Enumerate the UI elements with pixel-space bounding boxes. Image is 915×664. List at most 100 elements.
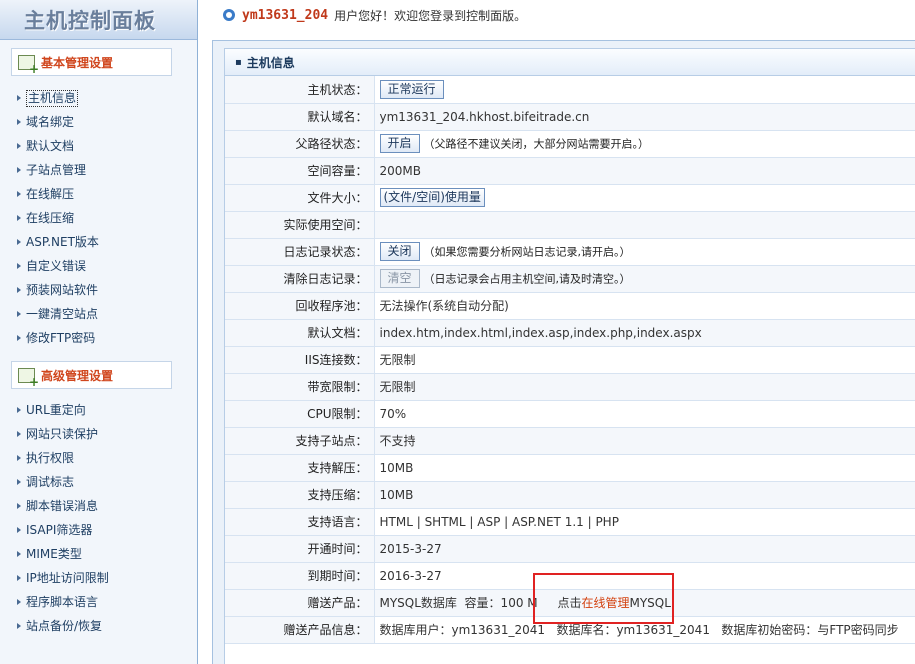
parent-path-note: （父路径不建议关闭，大部分网站需要开启。） xyxy=(423,137,650,151)
logo-title: 主机控制面板 xyxy=(24,9,156,33)
online-manage-link[interactable]: 在线管理 xyxy=(581,596,629,610)
sidebar-item-debug-flag[interactable]: 调试标志 xyxy=(17,470,109,494)
field-label: 文件大小： xyxy=(225,184,375,212)
sidebar-item-domain-binding[interactable]: 域名绑定 xyxy=(17,110,99,134)
username: ym13631_204 xyxy=(242,7,329,23)
host-info-panel: 主机信息 主机状态： 正常运行 默认域名： ym13631_204.hkhost… xyxy=(224,48,915,664)
basic-settings-menu: 主机信息 域名绑定 默认文档 子站点管理 在线解压 在线压缩 ASP.NET版本… xyxy=(17,86,99,350)
sidebar-item-custom-error[interactable]: 自定义错误 xyxy=(17,254,99,278)
sidebar-item-unzip[interactable]: 在线解压 xyxy=(17,182,99,206)
field-label: 开通时间： xyxy=(225,535,375,563)
field-label: 支持解压： xyxy=(225,454,375,482)
languages-value: HTML | SHTML | ASP | ASP.NET 1.1 | PHP xyxy=(374,508,915,536)
arrow-right-icon xyxy=(17,479,21,485)
log-toggle-button[interactable]: 关闭 xyxy=(379,242,420,261)
arrow-right-icon xyxy=(17,575,21,581)
greeting-bar: ym13631_204 用户您好！欢迎您登录到控制面版。 xyxy=(199,0,915,30)
arrow-right-icon xyxy=(17,191,21,197)
row-iis-conn: IIS连接数： 无限制 xyxy=(225,346,915,374)
arrow-right-icon xyxy=(17,527,21,533)
sidebar: 主机控制面板 基本管理设置 主机信息 域名绑定 默认文档 子站点管理 在线解压 … xyxy=(0,0,198,664)
unzip-value: 10MB xyxy=(374,454,915,482)
domain-value: ym13631_204.hkhost.bifeitrade.cn xyxy=(374,103,915,131)
row-bandwidth: 带宽限制： 无限制 xyxy=(225,373,915,401)
sidebar-item-script-error[interactable]: 脚本错误消息 xyxy=(17,494,109,518)
sidebar-item-url-redirect[interactable]: URL重定向 xyxy=(17,398,109,422)
iis-conn-value: 无限制 xyxy=(374,346,915,374)
bandwidth-value: 无限制 xyxy=(374,373,915,401)
add-page-icon xyxy=(18,367,39,389)
user-icon xyxy=(223,9,235,21)
row-zip: 支持压缩： 10MB xyxy=(225,481,915,509)
cpu-value: 70% xyxy=(374,400,915,428)
field-label: 日志记录状态： xyxy=(225,238,375,266)
arrow-right-icon xyxy=(17,167,21,173)
row-status: 主机状态： 正常运行 xyxy=(225,76,915,104)
sidebar-item-host-info[interactable]: 主机信息 xyxy=(17,86,99,110)
gift-link-prefix: 点击 xyxy=(557,596,582,610)
row-expire-date: 到期时间： 2016-3-27 xyxy=(225,562,915,590)
host-info-table: 主机状态： 正常运行 默认域名： ym13631_204.hkhost.bife… xyxy=(225,76,915,644)
main-content: 主机信息 主机状态： 正常运行 默认域名： ym13631_204.hkhost… xyxy=(212,40,915,664)
sidebar-item-exec-permission[interactable]: 执行权限 xyxy=(17,446,109,470)
sidebar-item-ip-restrict[interactable]: IP地址访问限制 xyxy=(17,566,109,590)
row-unzip: 支持解压： 10MB xyxy=(225,454,915,482)
gift-info-value: 数据库用户：ym13631_2041 数据库名：ym13631_2041 数据库… xyxy=(374,616,915,644)
expire-date-value: 2016-3-27 xyxy=(374,562,915,590)
row-parent-path: 父路径状态： 开启 （父路径不建议关闭，大部分网站需要开启。） xyxy=(225,130,915,158)
arrow-right-icon xyxy=(17,215,21,221)
sidebar-item-default-doc[interactable]: 默认文档 xyxy=(17,134,99,158)
row-actual-usage: 实际使用空间： xyxy=(225,211,915,239)
capacity-value: 200MB xyxy=(374,157,915,185)
open-date-value: 2015-3-27 xyxy=(374,535,915,563)
row-open-date: 开通时间： 2015-3-27 xyxy=(225,535,915,563)
sidebar-item-preinstall-software[interactable]: 预装网站软件 xyxy=(17,278,99,302)
welcome-text: 用户您好！欢迎您登录到控制面版。 xyxy=(334,8,527,23)
field-label: 支持语言： xyxy=(225,508,375,536)
arrow-right-icon xyxy=(17,287,21,293)
field-label: 空间容量： xyxy=(225,157,375,185)
sidebar-item-zip[interactable]: 在线压缩 xyxy=(17,206,99,230)
row-capacity: 空间容量： 200MB xyxy=(225,157,915,185)
field-label: 赠送产品信息： xyxy=(225,616,375,644)
sidebar-item-mime[interactable]: MIME类型 xyxy=(17,542,109,566)
field-label: 带宽限制： xyxy=(225,373,375,401)
arrow-right-icon xyxy=(17,335,21,341)
actual-usage-value xyxy=(374,211,915,239)
section-header-basic: 基本管理设置 xyxy=(11,48,172,76)
arrow-right-icon xyxy=(17,431,21,437)
sidebar-item-clear-site[interactable]: 一鍵清空站点 xyxy=(17,302,99,326)
section-title: 基本管理设置 xyxy=(41,55,114,70)
parent-path-toggle-button[interactable]: 开启 xyxy=(379,134,420,153)
row-app-pool: 回收程序池： 无法操作(系统自动分配) xyxy=(225,292,915,320)
field-label: 默认域名： xyxy=(225,103,375,131)
add-page-icon xyxy=(18,54,39,76)
arrow-right-icon xyxy=(17,239,21,245)
row-log-status: 日志记录状态： 关闭 （如果您需要分析网站日志记录,请开启。） xyxy=(225,238,915,266)
sidebar-item-isapi[interactable]: ISAPI筛选器 xyxy=(17,518,109,542)
status-button[interactable]: 正常运行 xyxy=(379,79,444,99)
sidebar-item-subsite[interactable]: 子站点管理 xyxy=(17,158,99,182)
row-gift-info: 赠送产品信息： 数据库用户：ym13631_2041 数据库名：ym13631_… xyxy=(225,616,915,644)
gift-link-suffix: MYSQL xyxy=(629,596,671,610)
arrow-right-icon xyxy=(17,407,21,413)
field-label: 到期时间： xyxy=(225,562,375,590)
row-cpu: CPU限制： 70% xyxy=(225,400,915,428)
advanced-settings-menu: URL重定向 网站只读保护 执行权限 调试标志 脚本错误消息 ISAPI筛选器 … xyxy=(17,398,109,638)
arrow-right-icon xyxy=(17,119,21,125)
sidebar-item-script-lang[interactable]: 程序脚本语言 xyxy=(17,590,109,614)
sidebar-item-ftp-password[interactable]: 修改FTP密码 xyxy=(17,326,99,350)
sidebar-item-aspnet-version[interactable]: ASP.NET版本 xyxy=(17,230,99,254)
clear-log-button[interactable]: 清空 xyxy=(379,269,420,288)
sidebar-item-readonly-protect[interactable]: 网站只读保护 xyxy=(17,422,109,446)
usage-button[interactable]: (文件/空间)使用量 xyxy=(379,188,485,207)
field-label: 支持压缩： xyxy=(225,481,375,509)
row-domain: 默认域名： ym13631_204.hkhost.bifeitrade.cn xyxy=(225,103,915,131)
field-label: 支持子站点： xyxy=(225,427,375,455)
app-pool-value: 无法操作(系统自动分配) xyxy=(374,292,915,320)
arrow-right-icon xyxy=(17,143,21,149)
sidebar-item-backup-restore[interactable]: 站点备份/恢复 xyxy=(17,614,109,638)
log-status-note: （如果您需要分析网站日志记录,请开启。） xyxy=(423,245,631,259)
field-label: CPU限制： xyxy=(225,400,375,428)
field-label: 回收程序池： xyxy=(225,292,375,320)
